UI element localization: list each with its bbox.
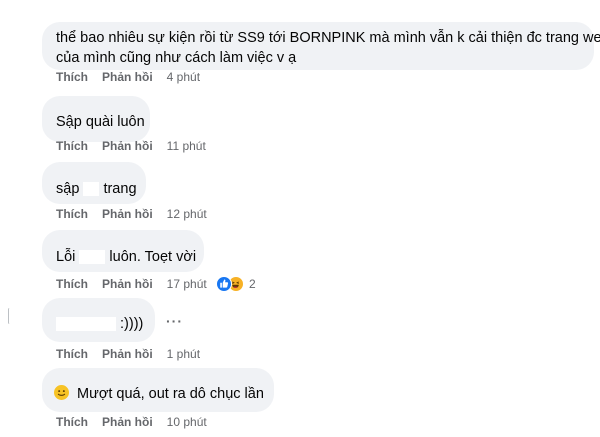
redacted-text <box>83 182 100 197</box>
thread-line <box>8 308 11 324</box>
comment-time[interactable]: 1 phút <box>167 347 200 361</box>
reply-button[interactable]: Phản hồi <box>102 277 153 291</box>
comment-bubble: Lỗi luôn. Toẹt vời <box>42 230 204 272</box>
comment-actions: Thích Phản hồi 11 phút <box>56 139 206 153</box>
comment-text: Sập quài luôn <box>56 114 145 130</box>
reply-button[interactable]: Phản hồi <box>102 207 153 221</box>
comment-text: Lỗi <box>56 249 76 265</box>
redacted-text <box>56 317 116 332</box>
comment-text: :)))) <box>120 316 144 332</box>
like-button[interactable]: Thích <box>56 139 88 153</box>
reply-button[interactable]: Phản hồi <box>102 415 153 429</box>
like-button[interactable]: Thích <box>56 415 88 429</box>
like-button[interactable]: Thích <box>56 70 88 84</box>
comment-text-line: của mình cũng như cách làm việc v ạ <box>56 50 297 66</box>
like-button[interactable]: Thích <box>56 207 88 221</box>
comment-time[interactable]: 12 phút <box>167 207 207 221</box>
reaction-summary[interactable]: 2 <box>216 276 256 292</box>
smile-emoji-icon <box>54 385 69 400</box>
comment-bubble: Mượt quá, out ra dô chục lần <box>42 368 274 412</box>
comment-text: Mượt quá, out ra dô chục lần <box>77 386 264 402</box>
comment-time[interactable]: 10 phút <box>167 415 207 429</box>
comment-text-line: thể bao nhiêu sự kiện rồi từ SS9 tới BOR… <box>56 30 600 46</box>
reply-button[interactable]: Phản hồi <box>102 70 153 84</box>
comment-actions: Thích Phản hồi 4 phút <box>56 70 200 84</box>
comment-bubble: sập trang <box>42 162 146 204</box>
comment-actions: Thích Phản hồi 1 phút <box>56 347 200 361</box>
comment-bubble: thể bao nhiêu sự kiện rồi từ SS9 tới BOR… <box>42 22 600 70</box>
comment-text: trang <box>103 181 137 197</box>
comment-bubble: :)))) <box>42 298 155 342</box>
like-button[interactable]: Thích <box>56 347 88 361</box>
comment-text: luôn. Toẹt vời <box>109 249 197 265</box>
comment-time[interactable]: 4 phút <box>167 70 200 84</box>
comment-actions: Thích Phản hồi 12 phút <box>56 207 207 221</box>
comment-bubble: Sập quài luôn <box>42 96 150 142</box>
like-icon <box>216 276 232 292</box>
comment-actions: Thích Phản hồi 10 phút <box>56 415 207 429</box>
redacted-text <box>79 250 106 265</box>
like-button[interactable]: Thích <box>56 277 88 291</box>
reply-button[interactable]: Phản hồi <box>102 347 153 361</box>
comment-text: sập <box>56 181 80 197</box>
comment-time[interactable]: 11 phút <box>167 139 206 153</box>
comment-time[interactable]: 17 phút <box>167 277 207 291</box>
reply-button[interactable]: Phản hồi <box>102 139 153 153</box>
reaction-count: 2 <box>249 277 256 291</box>
more-options-icon[interactable]: ··· <box>166 313 183 329</box>
comment-actions: Thích Phản hồi 17 phút <box>56 277 207 291</box>
